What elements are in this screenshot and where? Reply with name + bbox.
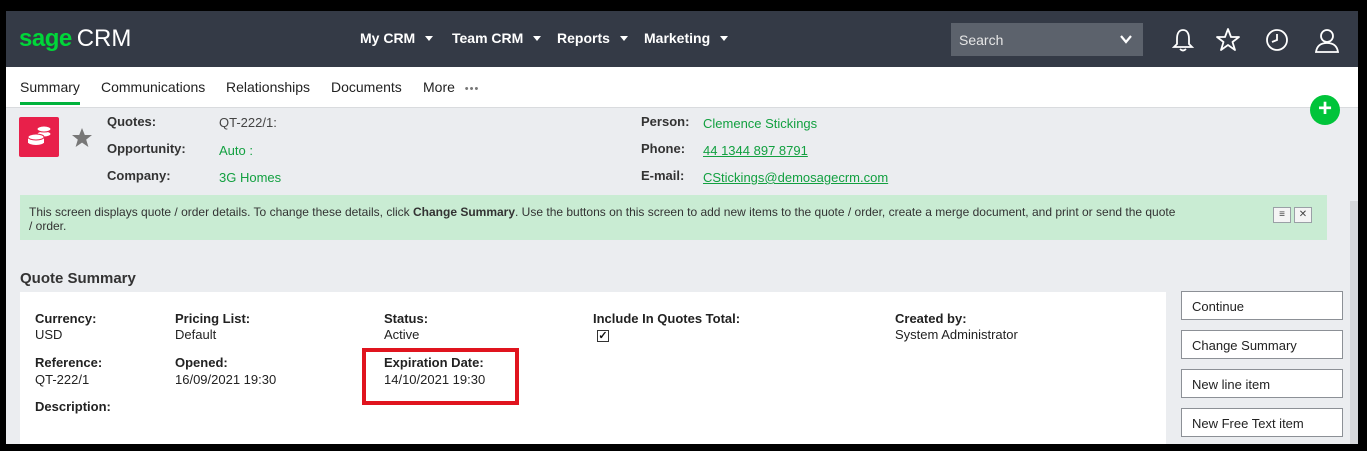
quotes-value: QT-222/1: [219,115,277,130]
include-in-quotes-label: Include In Quotes Total: [593,311,741,326]
opened-value: 16/09/2021 19:30 [175,372,277,387]
caret-down-icon [720,35,729,41]
company-link[interactable]: 3G Homes [219,170,281,185]
logo-product: CRM [76,25,132,52]
new-line-item-button[interactable]: New line item [1181,369,1343,398]
new-free-text-item-button[interactable]: New Free Text item [1181,408,1343,437]
search-input[interactable]: Search [951,23,1143,56]
created-by-label: Created by: [895,311,967,326]
include-in-quotes-checkbox[interactable]: ✓ [597,330,609,342]
more-dots-icon: ••• [464,83,480,95]
currency-value: USD [35,327,63,342]
phone-link[interactable]: 44 1344 897 8791 [703,143,808,158]
caret-down-icon [533,35,542,41]
opportunity-link[interactable]: Auto : [219,143,253,158]
menu-marketing[interactable]: Marketing [644,30,729,46]
opened-label: Opened: [175,355,228,370]
caret-down-icon [619,35,628,41]
scrollbar[interactable] [1350,201,1358,444]
logo-brand: sage [19,25,72,52]
user-icon[interactable] [1314,27,1340,53]
collapse-banner-icon[interactable]: ≡ [1273,207,1291,223]
caret-down-icon [425,35,434,41]
continue-button[interactable]: Continue [1181,291,1343,320]
sage-crm-logo[interactable]: sage CRM [19,25,131,53]
pricing-list-value: Default [175,327,217,342]
banner-text: This screen displays quote / order detai… [29,205,413,219]
menu-team-crm[interactable]: Team CRM [452,30,542,46]
tab-relationships[interactable]: Relationships [226,79,310,95]
created-by-value: System Administrator [895,327,1018,342]
app-window: sage CRM My CRM Team CRM Reports Marketin… [6,11,1358,444]
menu-reports[interactable]: Reports [557,30,628,46]
tab-more[interactable]: More ••• [423,79,479,95]
menu-my-crm[interactable]: My CRM [360,30,434,46]
email-link[interactable]: CStickings@demosagecrm.com [703,170,888,185]
phone-label: Phone: [641,141,686,156]
highlight-annotation [362,348,519,405]
chevron-down-icon[interactable] [1119,32,1133,46]
quotes-label: Quotes: [107,114,157,129]
add-new-button[interactable]: + [1310,95,1340,125]
status-value: Active [384,327,420,342]
person-link[interactable]: Clemence Stickings [703,116,817,131]
company-label: Company: [107,168,171,183]
info-banner: This screen displays quote / order detai… [20,195,1327,240]
tab-communications[interactable]: Communications [101,79,205,95]
email-label: E-mail: [641,168,685,183]
status-label: Status: [384,311,429,326]
reference-value: QT-222/1 [35,372,90,387]
tab-more-label: More [423,79,455,95]
description-label: Description: [35,399,111,414]
change-summary-button[interactable]: Change Summary [1181,330,1343,359]
clock-icon[interactable] [1264,27,1290,53]
person-label: Person: [641,114,690,129]
banner-bold-text: Change Summary [412,205,516,219]
quote-coins-icon [19,117,59,157]
top-navigation-bar: sage CRM My CRM Team CRM Reports Marketin… [6,11,1358,67]
menu-label: Team CRM [452,30,524,46]
tab-documents[interactable]: Documents [331,79,402,95]
tab-bar: Summary Communications Relationships Doc… [6,67,1358,108]
menu-label: My CRM [360,30,416,46]
quote-summary-title: Quote Summary [20,270,136,287]
menu-label: Marketing [644,30,711,46]
currency-label: Currency: [35,311,97,326]
star-icon[interactable] [1215,27,1241,53]
menu-label: Reports [557,30,610,46]
opportunity-label: Opportunity: [107,141,186,156]
reference-label: Reference: [35,355,103,370]
search-placeholder: Search [959,32,1004,48]
close-icon[interactable]: ✕ [1294,207,1312,223]
favorite-star-icon[interactable] [71,127,93,149]
tab-summary[interactable]: Summary [20,79,80,105]
pricing-list-label: Pricing List: [175,311,251,326]
bell-icon[interactable] [1170,27,1196,53]
